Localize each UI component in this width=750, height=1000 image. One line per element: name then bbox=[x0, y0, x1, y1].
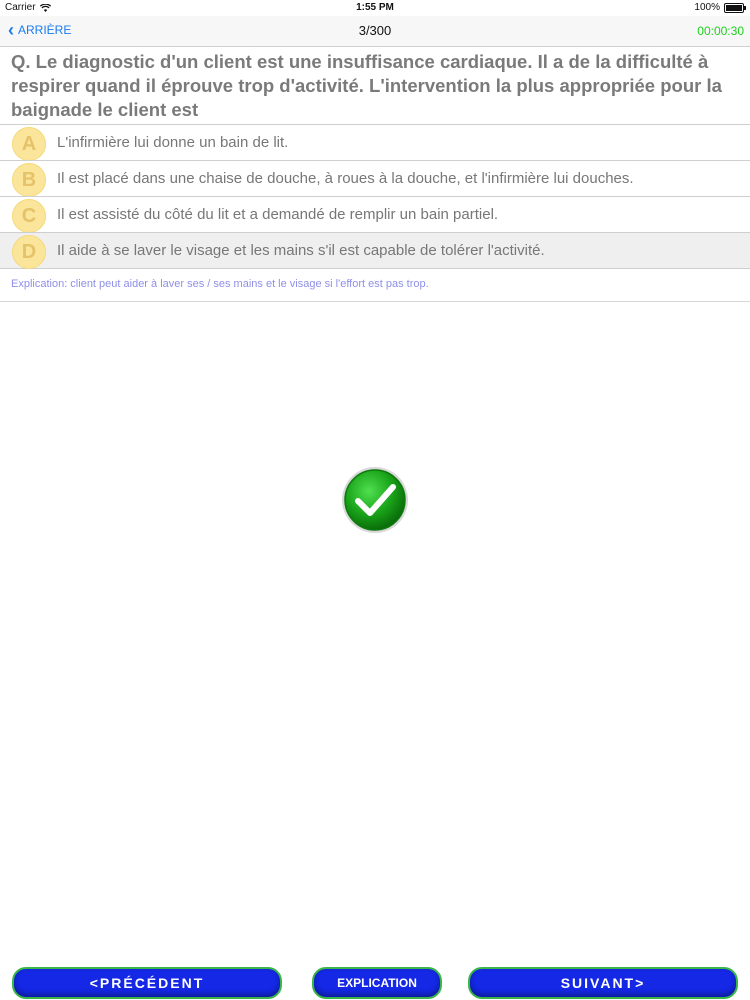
divider bbox=[0, 301, 750, 302]
question-counter: 3/300 bbox=[358, 23, 392, 38]
option-letter-badge: D bbox=[12, 235, 46, 269]
option-letter-badge: C bbox=[12, 199, 46, 233]
timer: 00:00:30 bbox=[697, 24, 744, 38]
option-a[interactable]: A L'infirmière lui donne un bain de lit. bbox=[0, 124, 750, 161]
option-c[interactable]: C Il est assisté du côté du lit et a dem… bbox=[0, 196, 750, 233]
explanation-button[interactable]: EXPLICATION bbox=[312, 967, 442, 999]
option-b[interactable]: B Il est placé dans une chaise de douche… bbox=[0, 160, 750, 197]
status-bar: Carrier 1:55 PM 100% bbox=[0, 0, 750, 16]
next-button[interactable]: SUIVANT> bbox=[468, 967, 738, 999]
option-d[interactable]: D Il aide à se laver le visage et les ma… bbox=[0, 232, 750, 269]
battery-info: 100% bbox=[694, 2, 746, 13]
option-letter-badge: A bbox=[12, 127, 46, 161]
battery-icon bbox=[724, 2, 746, 13]
option-letter-badge: B bbox=[12, 163, 46, 197]
battery-percent: 100% bbox=[694, 2, 720, 13]
clock: 1:55 PM bbox=[356, 2, 394, 13]
question-text: Q. Le diagnostic d'un client est une ins… bbox=[11, 51, 722, 120]
explanation-text: Explication: client peut aider à laver s… bbox=[11, 278, 429, 290]
previous-button[interactable]: <PRÉCÉDENT bbox=[12, 967, 282, 999]
option-text: Il aide à se laver le visage et les main… bbox=[57, 242, 545, 259]
navigation-bar: ‹ ARRIÈRE 3/300 00:00:30 bbox=[0, 16, 750, 47]
option-text: L'infirmière lui donne un bain de lit. bbox=[57, 134, 289, 151]
option-text: Il est placé dans une chaise de douche, … bbox=[57, 170, 634, 187]
correct-check-icon bbox=[342, 467, 408, 533]
answer-options: A L'infirmière lui donne un bain de lit.… bbox=[0, 124, 750, 269]
option-text: Il est assisté du côté du lit et a deman… bbox=[57, 206, 499, 223]
